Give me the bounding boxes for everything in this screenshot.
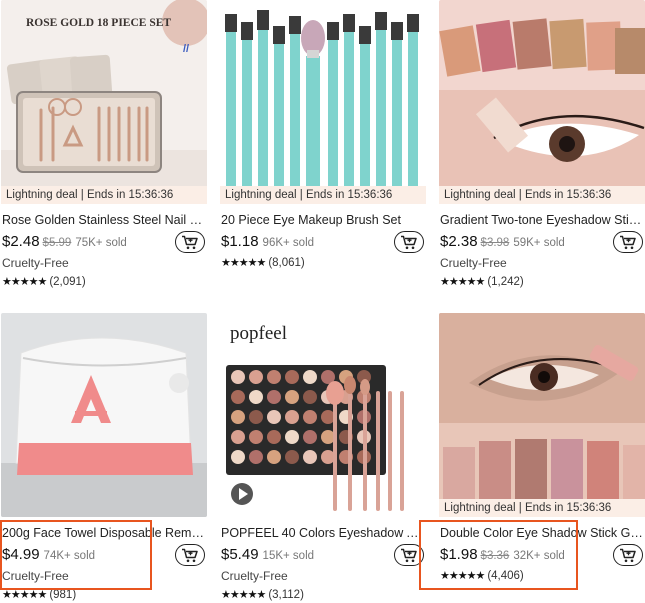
product-card-nail-set[interactable]: ROSE GOLD 18 PIECE SET // Lightning deal…	[1, 0, 207, 300]
current-price: $2.38	[440, 233, 478, 250]
cruelty-free-badge: Cruelty-Free	[2, 256, 69, 270]
product-image[interactable]: ROSE GOLD 18 PIECE SET //	[1, 0, 207, 204]
svg-text://: //	[183, 43, 189, 55]
sold-count: 96K+ sold	[262, 237, 315, 249]
sold-count: 59K+ sold	[513, 237, 565, 249]
review-count: (3,112)	[268, 589, 304, 601]
star-rating-icon: ★★★★★	[2, 589, 47, 601]
star-rating-icon: ★★★★★	[221, 257, 266, 269]
eyeshadow-stick-illustration	[439, 0, 645, 204]
price-row: $2.38 $3.98 59K+ sold	[440, 233, 565, 253]
star-rating-icon: ★★★★★	[440, 276, 485, 288]
add-to-cart-button[interactable]	[175, 544, 205, 566]
sold-count: 15K+ sold	[262, 550, 315, 562]
product-title[interactable]: POPFEEL 40 Colors Eyeshadow And ...	[221, 525, 426, 541]
cart-icon	[620, 235, 636, 249]
product-title[interactable]: Rose Golden Stainless Steel Nail Clip...	[2, 212, 207, 228]
product-image[interactable]: popfeel	[220, 313, 426, 517]
cart-icon	[182, 235, 198, 249]
nail-set-illustration: ROSE GOLD 18 PIECE SET //	[1, 0, 207, 204]
price-row: $5.49 15K+ sold	[221, 546, 314, 566]
add-to-cart-button[interactable]	[394, 231, 424, 253]
cart-icon	[182, 548, 198, 562]
current-price: $1.18	[221, 233, 259, 250]
cart-icon	[620, 548, 636, 562]
brand-logo-text: popfeel	[230, 323, 287, 344]
cruelty-free-badge: Cruelty-Free	[440, 256, 507, 270]
lightning-deal-banner: Lightning deal | Ends in 15:36:36	[439, 186, 645, 204]
product-image[interactable]	[439, 313, 645, 517]
lightning-deal-banner: Lightning deal | Ends in 15:36:36	[220, 186, 426, 204]
review-count: (1,242)	[487, 276, 524, 288]
product-title[interactable]: 20 Piece Eye Makeup Brush Set	[221, 212, 426, 228]
rating: ★★★★★ (3,112)	[221, 588, 304, 601]
product-title[interactable]: Gradient Two-tone Eyeshadow Stick ...	[440, 212, 645, 228]
product-image[interactable]	[220, 0, 426, 204]
star-rating-icon: ★★★★★	[2, 276, 47, 288]
price-row: $2.48 $5.99 75K+ sold	[2, 233, 127, 253]
product-image[interactable]	[1, 313, 207, 517]
double-stick-illustration	[439, 313, 645, 517]
add-to-cart-button[interactable]	[613, 231, 643, 253]
rating: ★★★★★ (2,091)	[2, 275, 86, 288]
star-rating-icon: ★★★★★	[221, 589, 266, 601]
rating: ★★★★★ (1,242)	[440, 275, 524, 288]
palette-illustration: popfeel	[220, 313, 426, 517]
product-card-popfeel-palette[interactable]: popfeel POPFEEL 40 Colors Eyeshadow And …	[220, 313, 426, 603]
brush-set-illustration	[220, 0, 426, 204]
rating: ★★★★★ (8,061)	[221, 256, 305, 269]
product-card-brush-set[interactable]: Lightning deal | Ends in 15:36:36 20 Pie…	[220, 0, 426, 300]
product-card-gradient-eyeshadow[interactable]: Lightning deal | Ends in 15:36:36 Gradie…	[439, 0, 645, 300]
sold-count: 75K+ sold	[75, 237, 127, 249]
lightning-deal-banner: Lightning deal | Ends in 15:36:36	[1, 186, 207, 204]
add-to-cart-button[interactable]	[175, 231, 205, 253]
original-price: $3.98	[480, 237, 510, 249]
lightning-deal-banner: Lightning deal | Ends in 15:36:36	[439, 499, 645, 517]
review-count: (981)	[49, 589, 77, 601]
current-price: $5.49	[221, 546, 259, 563]
cart-icon	[401, 235, 417, 249]
image-overlay-text: ROSE GOLD 18 PIECE SET	[26, 17, 171, 29]
highlight-box-towel	[0, 520, 152, 590]
highlight-box-double-stick	[419, 520, 578, 590]
cart-icon	[401, 548, 417, 562]
review-count: (2,091)	[49, 276, 86, 288]
original-price: $5.99	[42, 237, 72, 249]
price-row: $1.18 96K+ sold	[221, 233, 314, 253]
product-image[interactable]	[439, 0, 645, 204]
current-price: $2.48	[2, 233, 40, 250]
towel-bag-illustration	[1, 313, 207, 517]
cruelty-free-badge: Cruelty-Free	[221, 569, 288, 583]
add-to-cart-button[interactable]	[613, 544, 643, 566]
review-count: (8,061)	[268, 257, 305, 269]
